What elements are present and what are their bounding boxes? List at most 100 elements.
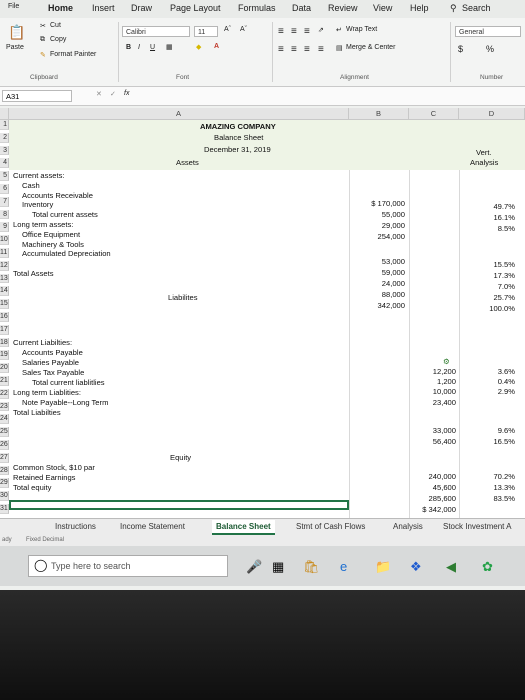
cancel-icon[interactable]: ✕ <box>96 90 102 98</box>
tab-page-layout[interactable]: Page Layout <box>170 3 221 13</box>
play-icon[interactable]: ◀ <box>446 559 456 575</box>
row-header-23[interactable]: 23 <box>0 401 9 412</box>
paste-button[interactable]: Paste <box>6 44 24 51</box>
font-name-select[interactable]: Calibri <box>122 26 190 37</box>
row-header-29[interactable]: 29 <box>0 478 9 489</box>
row-header-2[interactable]: 2 <box>0 132 9 143</box>
borders-icon[interactable]: ▦ <box>166 43 173 51</box>
column-header-c[interactable]: C <box>409 108 459 120</box>
column-header-b[interactable]: B <box>349 108 409 120</box>
cut-icon[interactable]: ✂ <box>40 22 46 30</box>
merge-icon[interactable]: ▤ <box>336 44 343 52</box>
cut-button[interactable]: Cut <box>50 22 61 29</box>
search-icon[interactable]: ⚲ <box>450 3 457 14</box>
taskbar-search-input[interactable]: Type here to search <box>28 555 228 577</box>
sheet-tab-income-statement[interactable]: Income Statement <box>120 522 185 531</box>
tab-insert[interactable]: Insert <box>92 3 115 13</box>
row-header-3[interactable]: 3 <box>0 145 9 156</box>
row-header-31[interactable]: 31 <box>0 504 9 514</box>
row-header-28[interactable]: 28 <box>0 465 9 476</box>
row-header-20[interactable]: 20 <box>0 363 9 373</box>
warning-icon[interactable]: ⚙ <box>443 357 450 366</box>
tab-draw[interactable]: Draw <box>131 3 152 13</box>
file-explorer-icon[interactable]: 📁 <box>375 559 391 575</box>
row-header-11[interactable]: 11 <box>0 248 9 258</box>
row-header-15[interactable]: 15 <box>0 299 9 309</box>
format-painter-icon[interactable]: ✎ <box>40 51 46 59</box>
dropbox-icon[interactable]: ❖ <box>410 559 422 575</box>
format-painter-button[interactable]: Format Painter <box>50 51 96 58</box>
app-icon[interactable]: ✿ <box>482 559 493 575</box>
orientation-icon[interactable]: ⇗ <box>318 26 324 34</box>
paste-icon[interactable]: 📋 <box>8 24 25 41</box>
row-header-24[interactable]: 24 <box>0 414 9 425</box>
tab-help[interactable]: Help <box>410 3 429 13</box>
align-center-icon[interactable]: ≡ <box>291 44 297 55</box>
row-header-7[interactable]: 7 <box>0 196 9 207</box>
align-middle-icon[interactable]: ≡ <box>291 26 297 37</box>
row-header-18[interactable]: 18 <box>0 337 9 348</box>
formula-input[interactable] <box>140 90 523 101</box>
row-header-1[interactable]: 1 <box>0 120 9 130</box>
row-header-10[interactable]: 10 <box>0 235 9 245</box>
align-top-icon[interactable]: ≡ <box>278 26 284 37</box>
increase-font-icon[interactable]: Aˆ <box>224 26 231 33</box>
row-header-26[interactable]: 26 <box>0 440 9 450</box>
sheet-tab-analysis[interactable]: Analysis <box>393 522 423 531</box>
percent-button[interactable]: % <box>486 44 494 54</box>
underline-button[interactable]: U <box>150 44 155 51</box>
microphone-icon[interactable]: 🎤 <box>246 559 262 575</box>
spreadsheet-grid[interactable]: A B C D 1 2 3 4 5 6 7 8 9 10 11 12 13 14 15 16 17 18 19 20 2… <box>0 108 525 518</box>
bold-button[interactable]: B <box>126 44 131 51</box>
column-header-a[interactable]: A <box>9 108 349 120</box>
column-header-d[interactable]: D <box>459 108 525 120</box>
merge-center-button[interactable]: Merge & Center <box>346 44 395 51</box>
enter-icon[interactable]: ✓ <box>110 90 116 98</box>
sheet-tab-instructions[interactable]: Instructions <box>55 522 96 531</box>
row-header-21[interactable]: 21 <box>0 376 9 386</box>
row-header-4[interactable]: 4 <box>0 158 9 169</box>
sheet-tab-stock-investment[interactable]: Stock Investment A <box>443 522 511 531</box>
row-header-16[interactable]: 16 <box>0 312 9 322</box>
row-header-5[interactable]: 5 <box>0 171 9 181</box>
tab-data[interactable]: Data <box>292 3 311 13</box>
wrap-text-button[interactable]: Wrap Text <box>346 26 377 33</box>
row-header-13[interactable]: 13 <box>0 273 9 284</box>
align-bottom-icon[interactable]: ≡ <box>304 26 310 37</box>
tab-view[interactable]: View <box>373 3 392 13</box>
copy-button[interactable]: Copy <box>50 36 66 43</box>
row-header-22[interactable]: 22 <box>0 388 9 399</box>
align-left-icon[interactable]: ≡ <box>278 44 284 55</box>
edge-icon[interactable]: e <box>340 559 347 574</box>
row-header-8[interactable]: 8 <box>0 209 9 220</box>
row-header-9[interactable]: 9 <box>0 222 9 233</box>
ribbon-search[interactable]: Search <box>462 3 491 13</box>
tab-review[interactable]: Review <box>328 3 358 13</box>
tab-file[interactable]: File <box>8 3 19 10</box>
row-header-12[interactable]: 12 <box>0 260 9 271</box>
fill-color-icon[interactable]: ◆ <box>196 43 201 51</box>
copy-icon[interactable]: ⧉ <box>40 36 45 44</box>
sheet-tab-cash-flows[interactable]: Stmt of Cash Flows <box>296 522 365 531</box>
wrap-text-icon[interactable]: ↵ <box>336 26 342 34</box>
store-icon[interactable]: 🛍 <box>303 559 320 575</box>
name-box[interactable]: A31 <box>2 90 72 102</box>
row-header-19[interactable]: 19 <box>0 350 9 361</box>
task-view-icon[interactable]: ▦ <box>272 559 284 575</box>
row-header-17[interactable]: 17 <box>0 324 9 335</box>
decrease-font-icon[interactable]: Aˇ <box>240 26 247 33</box>
font-size-select[interactable]: 11 <box>194 26 218 37</box>
align-right-icon[interactable]: ≡ <box>304 44 310 55</box>
select-all-corner[interactable] <box>0 108 9 120</box>
active-cell-a31[interactable] <box>9 500 349 510</box>
tab-formulas[interactable]: Formulas <box>238 3 276 13</box>
number-format-select[interactable]: General <box>455 26 521 37</box>
row-header-30[interactable]: 30 <box>0 491 9 501</box>
italic-button[interactable]: I <box>138 44 140 51</box>
font-color-icon[interactable]: A <box>214 43 219 50</box>
indent-icon[interactable]: ≡ <box>318 44 324 55</box>
row-header-6[interactable]: 6 <box>0 184 9 194</box>
insert-function-button[interactable]: fx <box>124 90 129 97</box>
row-header-14[interactable]: 14 <box>0 286 9 297</box>
tab-home[interactable]: Home <box>48 3 73 13</box>
